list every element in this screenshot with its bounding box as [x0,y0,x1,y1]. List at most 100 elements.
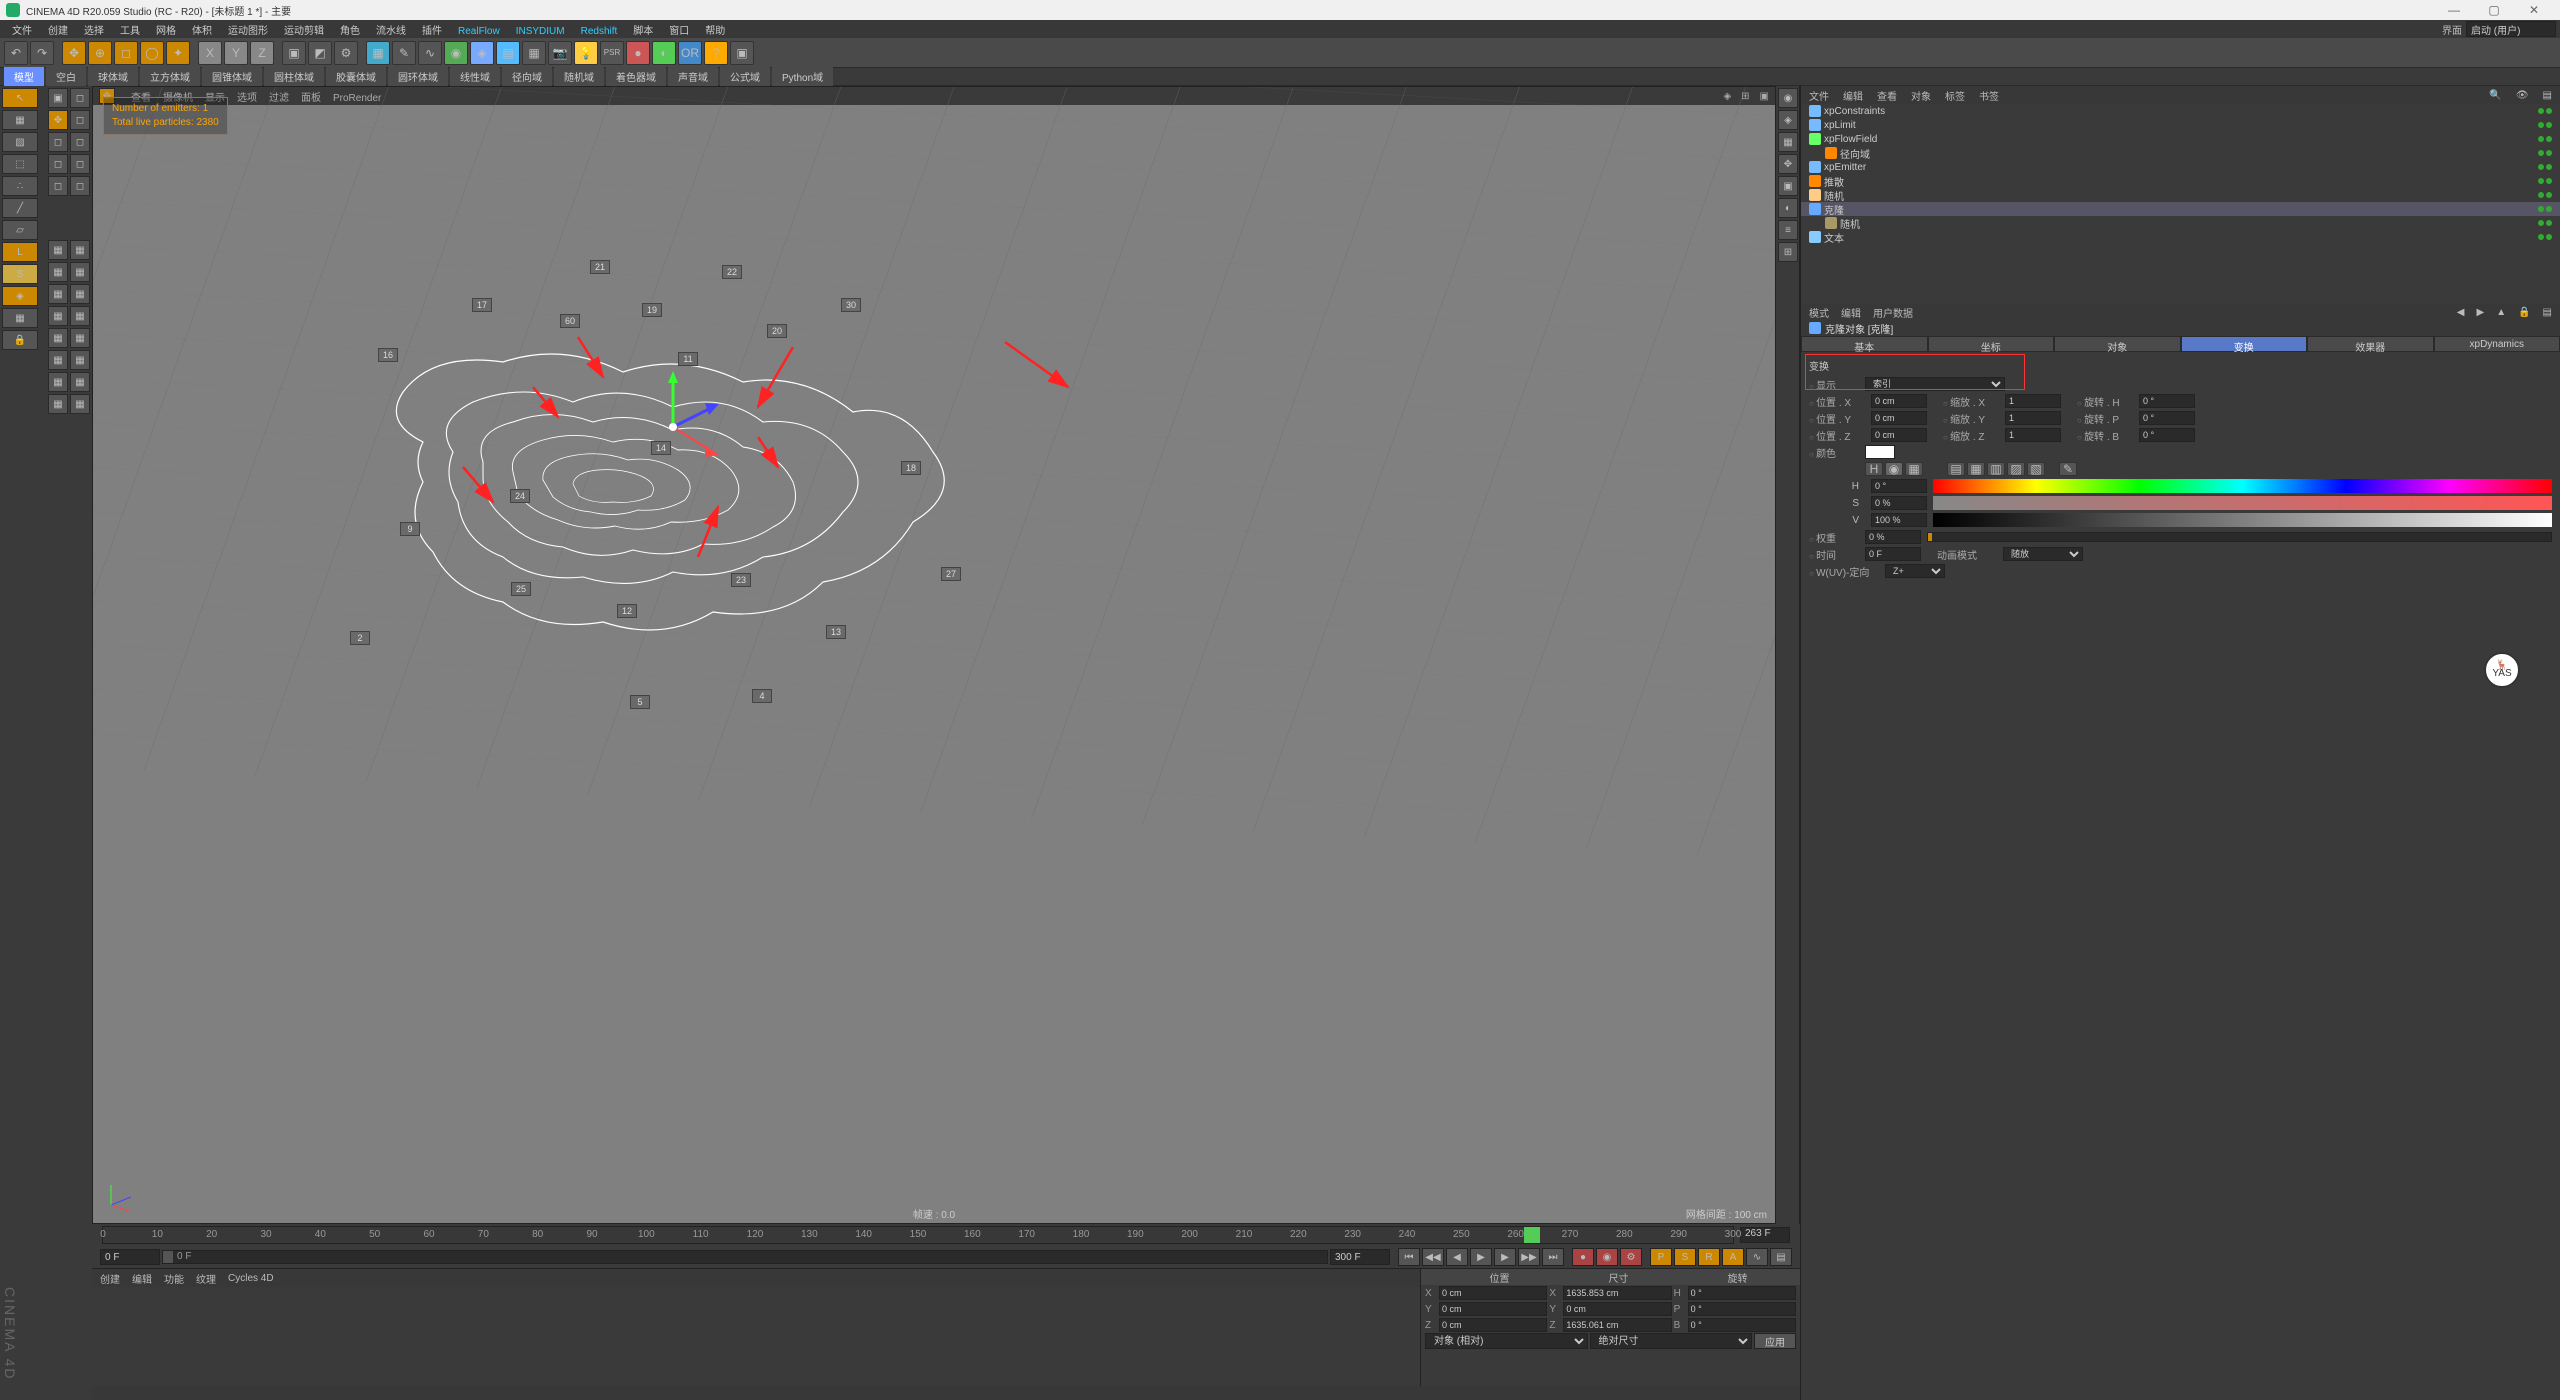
om-menu-查看[interactable]: 查看 [1877,88,1897,103]
menu-redshift[interactable]: Redshift [573,24,626,39]
undo-button[interactable]: ↶ [4,41,28,65]
field-tab-2[interactable]: 球体域 [88,67,138,86]
rot-2[interactable] [2139,428,2195,442]
workplane-mode[interactable]: ⬚ [2,154,38,174]
select-tool[interactable]: ✥ [62,41,86,65]
tool-m16[interactable]: ▦ [70,394,90,414]
coord-Z-size[interactable] [1563,1318,1671,1332]
autokey-toggle[interactable]: ◉ [1596,1248,1618,1266]
rot-1[interactable] [2139,411,2195,425]
render-region-button[interactable]: ◩ [308,41,332,65]
field-tab-7[interactable]: 圆环体域 [388,67,448,86]
tool-m14[interactable]: ▦ [70,372,90,392]
menu-插件[interactable]: 插件 [414,24,450,39]
live-select-tool[interactable]: ↖ [2,88,38,108]
online-button[interactable]: OR [678,41,702,65]
om-item-随机[interactable]: 随机 [1801,216,2560,230]
key-options-button[interactable]: ⚙ [1620,1248,1642,1266]
timeline[interactable]: 0102030405060708090100110120130140150160… [92,1224,1800,1246]
color-mode-1[interactable]: H [1865,462,1883,476]
hue-strip[interactable] [1933,479,2552,493]
om-item-文本[interactable]: 文本 [1801,230,2560,244]
tool-m3[interactable]: ▦ [48,262,68,282]
vp-tool-3[interactable]: ▦ [1778,132,1798,152]
om-search-icon[interactable]: 🔍 [2489,90,2501,101]
attr-tab-效果器[interactable]: 效果器 [2307,336,2434,352]
scale-tool[interactable]: ◻ [114,41,138,65]
menu-选择[interactable]: 选择 [76,24,112,39]
add-light-button[interactable]: 💡 [574,41,598,65]
step-back-button[interactable]: ◀◀ [1422,1248,1444,1266]
add-pen-button[interactable]: ✎ [392,41,416,65]
weight-slider[interactable] [1927,532,2552,542]
coord-Y-rot[interactable] [1688,1302,1796,1316]
uv-orient-select[interactable]: Z+ [1885,564,1945,578]
menu-realflow[interactable]: RealFlow [450,24,508,39]
move-axis-tool[interactable]: ✥ [48,110,68,130]
scale-0[interactable] [2005,394,2061,408]
attr-menu-模式[interactable]: 模式 [1809,305,1829,320]
scale-1[interactable] [2005,411,2061,425]
pos-1[interactable] [1871,411,1927,425]
time-input[interactable] [1865,547,1921,561]
menu-运动剪辑[interactable]: 运动剪辑 [276,24,332,39]
fcurve-button[interactable]: ∿ [1746,1248,1768,1266]
val-strip[interactable] [1933,513,2552,527]
color-s-input[interactable] [1871,496,1927,510]
layout-dropdown[interactable]: 启动 (用户) [2466,21,2556,37]
dope-button[interactable]: ▤ [1770,1248,1792,1266]
om-eye-icon[interactable]: 👁 [2516,90,2529,101]
color-mode-6[interactable]: ▥ [1987,462,2005,476]
om-menu-标签[interactable]: 标签 [1945,88,1965,103]
point-mode[interactable]: ∴ [2,176,38,196]
menu-工具[interactable]: 工具 [112,24,148,39]
color-swatch[interactable] [1865,445,1895,459]
color-picker-icon[interactable]: ✎ [2059,462,2077,476]
tool-m1[interactable]: ▦ [48,240,68,260]
key-param-button[interactable]: A [1722,1248,1744,1266]
attr-menu-用户数据[interactable]: 用户数据 [1873,305,1913,320]
play-button[interactable]: ▶ [1470,1248,1492,1266]
mat-tab-编辑[interactable]: 编辑 [132,1271,152,1286]
tool-b[interactable]: ◻ [70,88,90,108]
color-mode-3[interactable]: ▦ [1905,462,1923,476]
texture-mode[interactable]: ▨ [2,132,38,152]
sat-strip[interactable] [1933,496,2552,510]
grid-tool[interactable]: ▦ [2,308,38,328]
field-tab-9[interactable]: 径向域 [502,67,552,86]
menu-运动图形[interactable]: 运动图形 [220,24,276,39]
rotate-tool[interactable]: ◯ [140,41,164,65]
coord-Z-rot[interactable] [1688,1318,1796,1332]
tool-m5[interactable]: ▦ [48,284,68,304]
vp-tool-7[interactable]: ≡ [1778,220,1798,240]
om-item-xpFlowField[interactable]: xpFlowField [1801,132,2560,146]
om-menu-编辑[interactable]: 编辑 [1843,88,1863,103]
color-v-input[interactable] [1871,513,1927,527]
om-filter-icon[interactable]: ▤ [2543,90,2552,101]
coord-X-size[interactable] [1563,1286,1671,1300]
om-menu-文件[interactable]: 文件 [1809,88,1829,103]
attr-lock-icon[interactable]: 🔒 [2518,307,2530,318]
om-item-xpLimit[interactable]: xpLimit [1801,118,2560,132]
timeline-playhead[interactable] [1524,1227,1540,1243]
tool-m10[interactable]: ▦ [70,328,90,348]
attr-menu-icon[interactable]: ▤ [2543,307,2552,318]
field-tab-4[interactable]: 圆锥体域 [202,67,262,86]
workplane-tool[interactable]: ◈ [2,286,38,306]
tool-m8[interactable]: ▦ [70,306,90,326]
close-button[interactable]: ✕ [2514,3,2554,17]
coord-Y-pos[interactable] [1439,1302,1547,1316]
attr-nav-back[interactable]: ◀ [2457,307,2465,318]
help-button[interactable]: ? [704,41,728,65]
add-cube-button[interactable]: ▦ [366,41,390,65]
tool-g[interactable]: ◻ [48,154,68,174]
field-tab-6[interactable]: 胶囊体域 [326,67,386,86]
tool-h[interactable]: ◻ [70,154,90,174]
axis-x-button[interactable]: X [198,41,222,65]
field-tab-14[interactable]: Python域 [772,67,833,86]
tool-e[interactable]: ◻ [48,132,68,152]
color-mode-2[interactable]: ◉ [1885,462,1903,476]
vp-tool-1[interactable]: ◉ [1778,88,1798,108]
viewport[interactable]: ✥ 查看摄像机显示选项过滤面板ProRender ◈ ⊞ ▣ [92,86,1776,1224]
render-view-button[interactable]: ▣ [282,41,306,65]
